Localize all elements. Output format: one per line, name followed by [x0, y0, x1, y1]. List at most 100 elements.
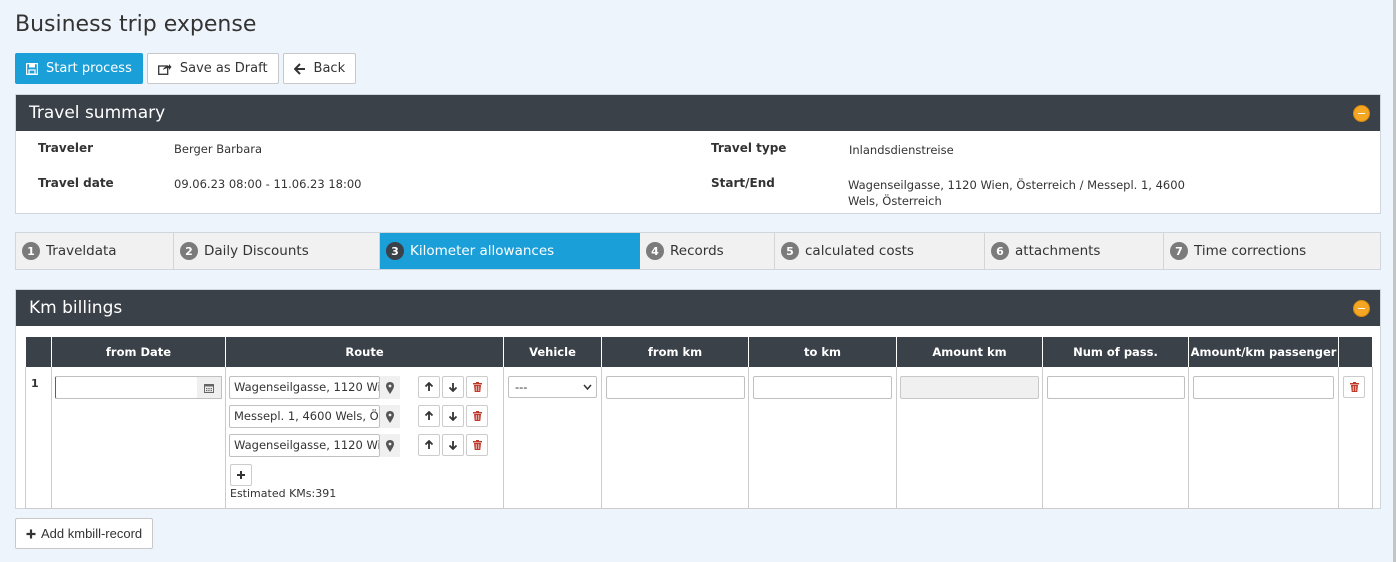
- move-down-button[interactable]: [442, 434, 464, 456]
- delete-stop-button[interactable]: [466, 434, 488, 456]
- move-down-button[interactable]: [442, 376, 464, 398]
- amount-km-input: [900, 376, 1039, 399]
- toolbar: Start process Save as Draft Back: [15, 53, 357, 84]
- step-label: attachments: [1015, 243, 1101, 259]
- km-billings-title: Km billings: [29, 298, 123, 318]
- step-label: Traveldata: [46, 243, 117, 259]
- move-up-button[interactable]: [418, 376, 440, 398]
- arrow-up-icon: [424, 411, 434, 420]
- tab-calculated-costs[interactable]: 5 calculated costs: [775, 233, 985, 269]
- column-header: Amount/km passenger: [1188, 337, 1339, 367]
- delete-stop-button[interactable]: [466, 376, 488, 398]
- trash-icon: [472, 411, 482, 421]
- from-km-cell: [601, 367, 749, 509]
- share-icon: [157, 63, 172, 75]
- arrow-down-icon: [448, 441, 458, 450]
- km-table: from Date Route Vehicle from km to km Am…: [25, 337, 1373, 509]
- travel-date-label: Travel date: [38, 176, 114, 190]
- step-label: Records: [670, 243, 724, 259]
- arrow-left-icon: [293, 62, 305, 75]
- start-process-button[interactable]: Start process: [15, 53, 143, 84]
- arrow-down-icon: [448, 383, 458, 392]
- to-km-cell: [748, 367, 897, 509]
- column-header: Amount km: [896, 337, 1043, 367]
- tab-traveldata[interactable]: 1 Traveldata: [16, 233, 174, 269]
- step-number: 6: [991, 242, 1009, 260]
- table-header-row: from Date Route Vehicle from km to km Am…: [25, 337, 1373, 367]
- process-steps: 1 Traveldata 2 Daily Discounts 3 Kilomet…: [15, 232, 1381, 270]
- traveler-label: Traveler: [38, 141, 94, 155]
- column-header: [1338, 337, 1373, 367]
- num-pass-input[interactable]: [1047, 376, 1185, 399]
- move-up-button[interactable]: [418, 405, 440, 427]
- from-date-cell: [51, 367, 226, 509]
- delete-stop-button[interactable]: [466, 405, 488, 427]
- column-header: Route: [225, 337, 504, 367]
- travel-summary-panel: Travel summary Traveler Berger Barbara T…: [15, 94, 1381, 214]
- collapse-icon[interactable]: [1353, 105, 1370, 122]
- column-header: from Date: [51, 337, 226, 367]
- plus-icon: [237, 471, 245, 479]
- map-pin-icon[interactable]: [380, 434, 400, 457]
- add-stop-button[interactable]: [230, 464, 252, 486]
- amount-passenger-input[interactable]: [1193, 376, 1334, 399]
- step-number: 3: [386, 242, 404, 260]
- arrow-up-icon: [424, 382, 434, 391]
- route-stop: Wagenseilgasse, 1120 Wien: [229, 434, 499, 457]
- move-up-button[interactable]: [418, 434, 440, 456]
- travel-summary-title: Travel summary: [29, 103, 166, 123]
- km-billings-header: Km billings: [16, 290, 1380, 326]
- route-stop: Wagenseilgasse, 1120 Wien: [229, 376, 499, 399]
- table-row: 1 Wagenseilgasse, 1120 Wien Messepl. 1, …: [25, 367, 1373, 509]
- amount-km-cell: [896, 367, 1043, 509]
- start-process-label: Start process: [46, 61, 132, 76]
- delete-row-button[interactable]: [1343, 376, 1365, 398]
- chevron-down-icon: [583, 384, 592, 390]
- arrow-down-icon: [448, 412, 458, 421]
- route-input[interactable]: Wagenseilgasse, 1120 Wien: [229, 376, 380, 399]
- step-number: 2: [180, 242, 198, 260]
- route-input[interactable]: Wagenseilgasse, 1120 Wien: [229, 434, 380, 457]
- tab-records[interactable]: 4 Records: [640, 233, 775, 269]
- num-pass-cell: [1042, 367, 1189, 509]
- step-label: Time corrections: [1194, 243, 1307, 259]
- step-label: Kilometer allowances: [410, 243, 555, 259]
- save-icon: [26, 62, 38, 75]
- start-end-label: Start/End: [711, 176, 775, 190]
- from-km-input[interactable]: [606, 376, 745, 399]
- to-km-input[interactable]: [753, 376, 892, 399]
- route-input[interactable]: Messepl. 1, 4600 Wels, Ös: [229, 405, 380, 428]
- amount-passenger-cell: [1188, 367, 1339, 509]
- vehicle-value: ---: [515, 380, 528, 394]
- save-draft-label: Save as Draft: [179, 61, 268, 76]
- column-header: Num of pass.: [1042, 337, 1189, 367]
- row-number: 1: [25, 367, 52, 509]
- add-kmbill-record-label: Add kmbill-record: [41, 526, 143, 541]
- map-pin-icon[interactable]: [380, 376, 400, 399]
- vehicle-cell: ---: [503, 367, 602, 509]
- save-draft-button[interactable]: Save as Draft: [146, 53, 279, 84]
- add-kmbill-record-button[interactable]: Add kmbill-record: [15, 518, 154, 549]
- km-billings-panel: Km billings from Date Route Vehicle from…: [15, 289, 1381, 509]
- map-pin-icon[interactable]: [380, 405, 400, 428]
- estimated-kms: Estimated KMs:391: [230, 487, 337, 500]
- vehicle-select[interactable]: ---: [508, 376, 597, 398]
- travel-date-value: 09.06.23 08:00 - 11.06.23 18:00: [174, 177, 362, 191]
- step-number: 1: [22, 242, 40, 260]
- step-label: Daily Discounts: [204, 243, 309, 259]
- step-number: 4: [646, 242, 664, 260]
- trash-icon: [472, 440, 482, 450]
- step-label: calculated costs: [805, 243, 914, 259]
- travel-summary-header: Travel summary: [16, 95, 1380, 131]
- tab-attachments[interactable]: 6 attachments: [985, 233, 1164, 269]
- from-date-input[interactable]: [55, 376, 198, 399]
- move-down-button[interactable]: [442, 405, 464, 427]
- column-header: from km: [601, 337, 749, 367]
- tab-time-corrections[interactable]: 7 Time corrections: [1164, 233, 1380, 269]
- column-header: [25, 337, 52, 367]
- back-button[interactable]: Back: [282, 53, 357, 84]
- collapse-icon[interactable]: [1353, 300, 1370, 317]
- calendar-icon[interactable]: [197, 376, 222, 399]
- tab-daily-discounts[interactable]: 2 Daily Discounts: [174, 233, 380, 269]
- tab-kilometer-allowances[interactable]: 3 Kilometer allowances: [380, 233, 640, 269]
